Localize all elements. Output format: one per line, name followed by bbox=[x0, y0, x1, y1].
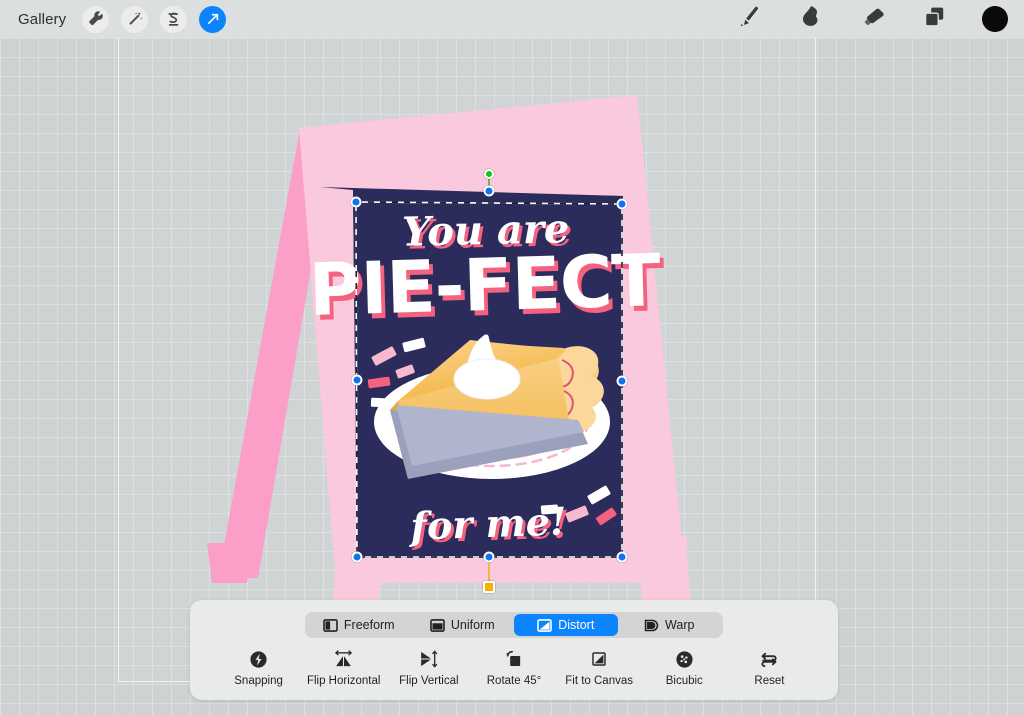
handle-bottom-right[interactable] bbox=[616, 551, 628, 563]
mode-tab-distort-label: Distort bbox=[558, 618, 595, 632]
wrench-icon bbox=[88, 11, 104, 27]
actions-wrench-button[interactable] bbox=[82, 5, 110, 33]
color-swatch-button[interactable] bbox=[982, 6, 1008, 32]
transform-button[interactable] bbox=[199, 5, 227, 33]
handle-mid-left[interactable] bbox=[351, 374, 363, 386]
action-bicubic[interactable]: Bicubic bbox=[642, 648, 727, 687]
erase-tool-button[interactable] bbox=[858, 4, 888, 34]
action-flip-horizontal[interactable]: Flip Horizontal bbox=[301, 648, 386, 687]
handle-top-center[interactable] bbox=[483, 185, 495, 197]
handle-skew[interactable] bbox=[483, 581, 495, 593]
handle-bottom-left[interactable] bbox=[351, 551, 363, 563]
action-reset-label: Reset bbox=[754, 675, 785, 687]
action-fit-to-canvas[interactable]: Fit to Canvas bbox=[557, 648, 642, 687]
action-rotate-45[interactable]: Rotate 45° bbox=[471, 648, 556, 687]
procreate-app-window: Gallery You are You are PIE-FECT PIE-FEC… bbox=[0, 0, 1024, 715]
action-rotate-45-label: Rotate 45° bbox=[486, 675, 542, 687]
action-snapping[interactable]: Snapping bbox=[216, 648, 301, 687]
distort-icon bbox=[537, 618, 552, 632]
toolbar-right-group bbox=[734, 4, 1024, 34]
footer-script: for me! bbox=[407, 498, 567, 549]
mode-tab-uniform-label: Uniform bbox=[450, 618, 495, 632]
mode-tab-warp[interactable]: Warp bbox=[618, 614, 722, 636]
snapping-icon bbox=[249, 648, 268, 670]
adjustments-wand-button[interactable] bbox=[121, 5, 149, 33]
handle-mid-right[interactable] bbox=[616, 375, 628, 387]
sign-back-leg bbox=[207, 543, 253, 583]
layers-icon bbox=[923, 5, 947, 34]
uniform-icon bbox=[430, 618, 445, 632]
mode-tab-freeform-label: Freeform bbox=[343, 618, 395, 632]
warp-icon bbox=[644, 619, 659, 632]
action-bicubic-label: Bicubic bbox=[665, 675, 703, 687]
action-snapping-label: Snapping bbox=[234, 675, 283, 687]
freeform-icon bbox=[323, 618, 338, 632]
transform-mode-segmented-control[interactable]: Freeform Uniform Distort Warp bbox=[305, 612, 723, 638]
flip-horizontal-icon bbox=[333, 648, 354, 670]
layers-button[interactable] bbox=[920, 4, 950, 34]
mode-tab-freeform[interactable]: Freeform bbox=[307, 614, 411, 636]
smudge-icon bbox=[798, 4, 824, 35]
gallery-button[interactable]: Gallery bbox=[14, 9, 70, 30]
flip-vertical-icon bbox=[418, 648, 439, 670]
headline-block: PIE-FECT bbox=[308, 238, 662, 332]
paint-tool-button[interactable] bbox=[734, 4, 764, 34]
transform-options-panel: Freeform Uniform Distort Warp Snapping F… bbox=[190, 600, 838, 700]
handle-bottom-center[interactable] bbox=[483, 551, 495, 563]
fit-to-canvas-icon bbox=[591, 648, 607, 670]
transform-arrow-icon bbox=[205, 11, 221, 27]
action-flip-horizontal-label: Flip Horizontal bbox=[306, 675, 381, 687]
bicubic-icon bbox=[675, 648, 694, 670]
action-flip-vertical-label: Flip Vertical bbox=[399, 675, 459, 687]
mode-tab-warp-label: Warp bbox=[665, 618, 695, 632]
action-flip-vertical[interactable]: Flip Vertical bbox=[386, 648, 471, 687]
toolbar-left-group: Gallery bbox=[0, 5, 227, 33]
selection-button[interactable] bbox=[160, 5, 188, 33]
paintbrush-icon bbox=[736, 4, 762, 35]
selection-s-icon bbox=[165, 11, 182, 28]
top-toolbar: Gallery bbox=[0, 0, 1024, 38]
rotate-45-icon bbox=[504, 648, 524, 670]
handle-top-left[interactable] bbox=[350, 196, 362, 208]
action-reset[interactable]: Reset bbox=[727, 648, 812, 687]
magic-wand-icon bbox=[127, 11, 143, 27]
action-fit-to-canvas-label: Fit to Canvas bbox=[565, 675, 633, 687]
eraser-icon bbox=[860, 3, 887, 35]
handle-top-right[interactable] bbox=[616, 198, 628, 210]
mode-tab-distort[interactable]: Distort bbox=[514, 614, 618, 636]
mode-tab-uniform[interactable]: Uniform bbox=[411, 614, 515, 636]
handle-rotate[interactable] bbox=[484, 169, 494, 179]
smudge-tool-button[interactable] bbox=[796, 4, 826, 34]
reset-icon bbox=[759, 648, 779, 670]
transform-action-row: Snapping Flip Horizontal Flip Vertical R… bbox=[190, 648, 838, 700]
